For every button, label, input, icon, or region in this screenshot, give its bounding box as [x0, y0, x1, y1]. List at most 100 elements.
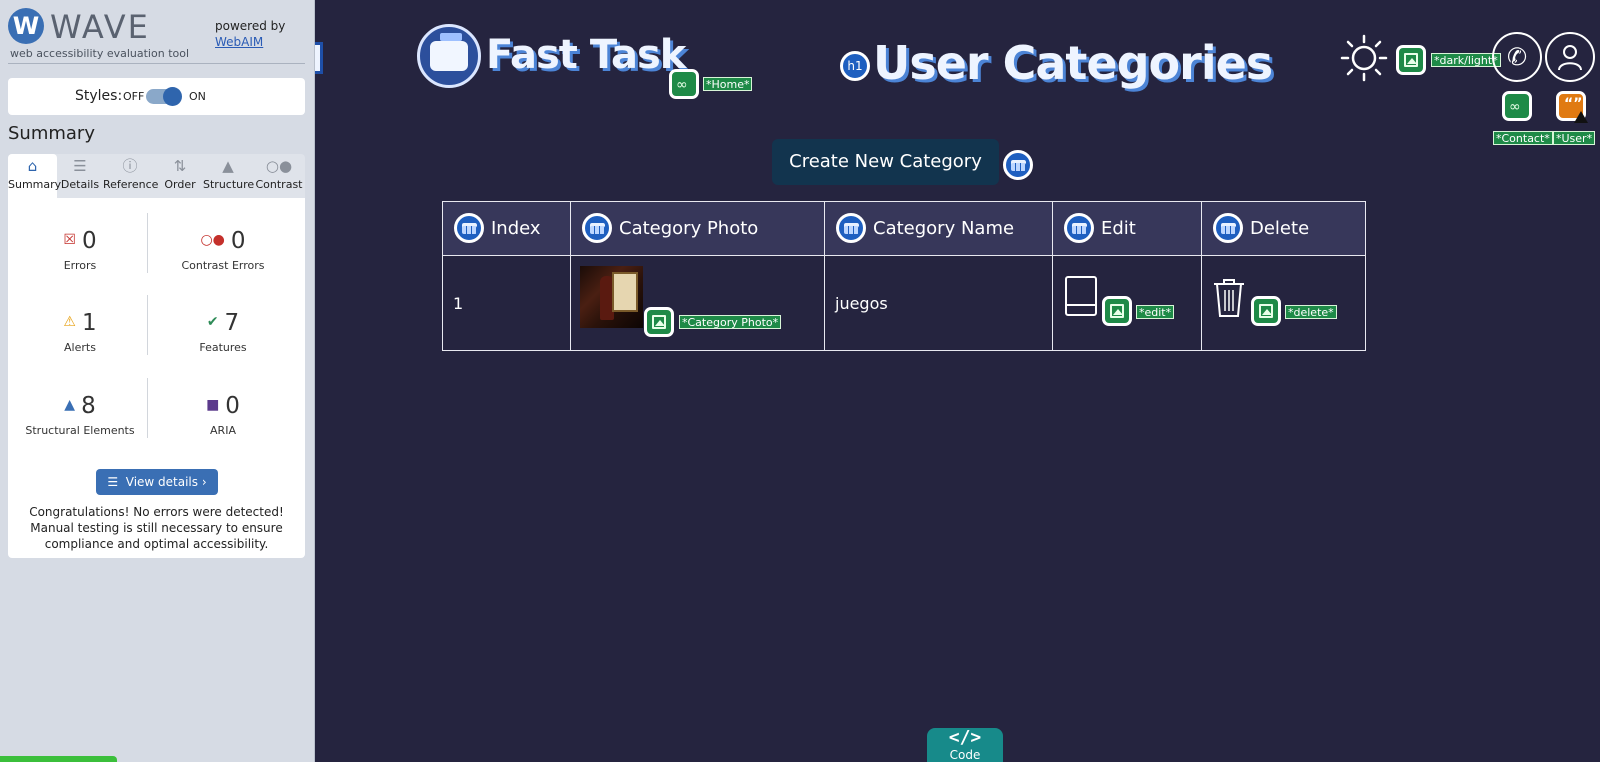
- wave-alert-badge-icon[interactable]: “”: [1556, 91, 1588, 123]
- styles-off-label: OFF: [123, 90, 145, 103]
- order-icon: ⇅: [173, 157, 187, 175]
- contrast-errors-stat[interactable]: ○● 0 Contrast Errors: [156, 228, 290, 272]
- tab-summary[interactable]: ⌂ Summary: [8, 154, 61, 198]
- list-icon: ☰: [73, 157, 87, 175]
- wave-image-badge-icon[interactable]: [1102, 296, 1132, 326]
- sun-icon[interactable]: [1340, 34, 1388, 82]
- home-icon: ⌂: [27, 157, 38, 175]
- aria-stat[interactable]: ■ 0 ARIA: [156, 393, 290, 437]
- powered-by-text: powered by: [215, 19, 286, 33]
- contact-label: *Contact*: [1493, 131, 1553, 145]
- tab-details[interactable]: ☰ Details: [57, 154, 103, 198]
- category-photo: [580, 266, 643, 328]
- header-delete: Delete: [1201, 201, 1366, 256]
- webaim-link[interactable]: WebAIM: [215, 35, 263, 49]
- link-icon: ∞: [1509, 99, 1521, 115]
- tab-label: Reference: [103, 178, 159, 191]
- contrast-errors-count: 0: [230, 228, 246, 254]
- wave-image-badge-icon[interactable]: [1396, 45, 1426, 75]
- wave-table-badge-icon[interactable]: [1064, 213, 1094, 243]
- tab-label: Structure: [203, 178, 255, 191]
- contrast-error-icon: ○●: [200, 232, 225, 248]
- wave-link-badge-icon[interactable]: ∞: [1502, 91, 1532, 121]
- wave-image-badge-icon[interactable]: [644, 307, 674, 337]
- create-category-button[interactable]: Create New Category: [772, 139, 999, 185]
- cell-photo: *Category Photo*: [570, 255, 825, 351]
- image-icon: [1110, 304, 1124, 318]
- list-icon: ☰: [107, 475, 126, 489]
- code-tab[interactable]: </> Code: [927, 728, 1003, 762]
- edit-label: *edit*: [1136, 305, 1175, 319]
- info-icon: ⓘ: [122, 157, 138, 175]
- user-silhouette-icon: [1558, 45, 1582, 71]
- phone-icon[interactable]: ✆: [1492, 32, 1542, 82]
- tab-reference[interactable]: ⓘ Reference: [103, 154, 159, 198]
- features-stat[interactable]: ✔ 7 Features: [156, 310, 290, 354]
- wave-tabs: ⌂ Summary ☰ Details ⓘ Reference ⇅ Order …: [8, 154, 305, 198]
- header-label: Category Photo: [619, 218, 759, 239]
- cell-edit[interactable]: *edit*: [1052, 255, 1202, 351]
- wave-table-badge-icon[interactable]: [454, 213, 484, 243]
- contrast-errors-label: Contrast Errors: [181, 259, 265, 272]
- wave-image-badge-icon[interactable]: [1251, 296, 1281, 326]
- styles-toggle-box: Styles: OFF ON: [8, 78, 305, 115]
- tab-label: Summary: [8, 178, 62, 191]
- brand-title[interactable]: Fast Task: [486, 32, 686, 78]
- features-count: 7: [224, 310, 240, 336]
- structure-icon: ▲: [222, 157, 234, 175]
- wave-table-badge-icon[interactable]: [1003, 150, 1033, 180]
- aria-count: 0: [225, 393, 240, 419]
- code-icon: </>: [948, 727, 982, 748]
- header-label: Index: [491, 218, 541, 239]
- cell-delete[interactable]: *delete*: [1201, 255, 1366, 351]
- image-icon: [1404, 53, 1418, 67]
- error-icon: ☒: [63, 232, 76, 248]
- styles-toggle[interactable]: [146, 87, 182, 106]
- wave-h1-badge-icon[interactable]: h1: [840, 51, 870, 81]
- structural-stat[interactable]: ▲ 8 Structural Elements: [13, 393, 147, 437]
- fast-task-logo-icon[interactable]: [417, 24, 481, 88]
- summary-panel: ☒ 0 Errors ○● 0 Contrast Errors ⚠ 1 Alerts …: [8, 198, 305, 558]
- table-icon: [1011, 160, 1026, 171]
- user-icon[interactable]: [1545, 32, 1595, 82]
- toggle-knob: [163, 87, 182, 106]
- styles-label: Styles:: [75, 88, 123, 104]
- edit-book-icon[interactable]: [1065, 276, 1097, 316]
- offscreen-fragment: [315, 42, 323, 74]
- view-details-button[interactable]: ☰ View details ›: [96, 469, 218, 495]
- alerts-stat[interactable]: ⚠ 1 Alerts: [13, 310, 147, 354]
- errors-count: 0: [81, 228, 97, 254]
- wave-tagline: web accessibility evaluation tool: [10, 47, 190, 60]
- feature-check-icon: ✔: [206, 314, 219, 330]
- header-category-photo: Category Photo: [570, 201, 825, 256]
- trash-icon[interactable]: [1212, 278, 1246, 318]
- image-icon: [652, 315, 666, 329]
- divider: [147, 295, 148, 355]
- congrats-message: Congratulations! No errors were detected…: [29, 505, 284, 551]
- delete-label: *delete*: [1285, 305, 1337, 319]
- structural-count: 8: [81, 393, 96, 419]
- errors-label: Errors: [63, 259, 97, 272]
- tab-contrast[interactable]: ○● Contrast: [253, 154, 305, 198]
- wave-header: W WAVE web accessibility evaluation tool…: [8, 6, 305, 64]
- tab-structure[interactable]: ▲ Structure: [203, 154, 255, 198]
- tab-order[interactable]: ⇅ Order: [157, 154, 203, 198]
- categories-table: Index Category Photo Category Name Edit …: [442, 201, 1366, 351]
- table-icon: [590, 223, 605, 234]
- quote-icon: “”: [1564, 96, 1583, 112]
- wave-link-badge-icon[interactable]: ∞: [669, 69, 699, 99]
- structure-tree-icon: ▲: [64, 397, 76, 413]
- alert-icon: ⚠: [63, 314, 76, 330]
- features-label: Features: [199, 341, 247, 354]
- image-icon: [1259, 304, 1273, 318]
- aria-cube-icon: ■: [206, 397, 220, 413]
- wave-table-badge-icon[interactable]: [836, 213, 866, 243]
- errors-stat[interactable]: ☒ 0 Errors: [13, 228, 147, 272]
- wave-table-badge-icon[interactable]: [1213, 213, 1243, 243]
- header-index: Index: [442, 201, 571, 256]
- summary-heading: Summary: [8, 123, 95, 144]
- user-label: *User*: [1553, 131, 1596, 145]
- divider: [147, 378, 148, 438]
- wave-table-badge-icon[interactable]: [582, 213, 612, 243]
- divider: [147, 213, 148, 273]
